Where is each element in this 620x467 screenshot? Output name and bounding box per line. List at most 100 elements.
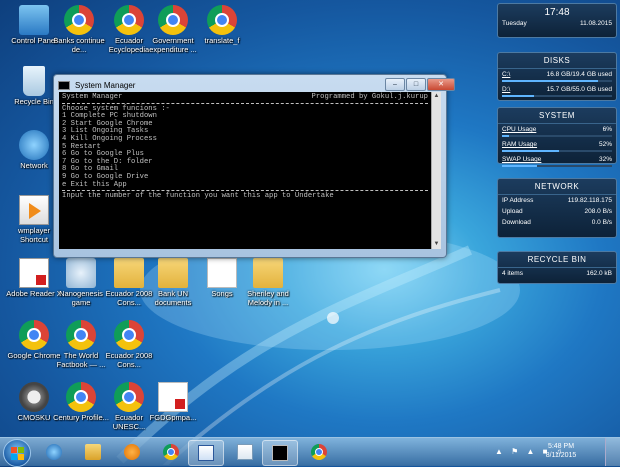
network-gadget-row: Upload 208.0 B/s — [498, 206, 616, 217]
clock-time: 5:48 PM — [547, 443, 575, 450]
chrome-icon — [114, 320, 144, 350]
network-gadget-row: Download 0.0 B/s — [498, 217, 616, 228]
windows-logo-icon — [11, 454, 17, 460]
disks-gadget: DISKS C:\ 16.8 GB/19.4 GB used D:\ 15.7 GB/5… — [497, 52, 617, 101]
chrome-icon — [207, 5, 237, 35]
system-gadget-row: SWAP Usage 32% — [498, 154, 616, 165]
gadget-row-value: 6% — [602, 126, 612, 133]
gadget-row-label[interactable]: RAM Usage — [502, 141, 537, 148]
folder-icon — [253, 258, 283, 288]
gadget-row-value: 15.7 GB/55.0 GB used — [546, 86, 612, 93]
usage-bar — [502, 165, 612, 167]
taskbar-button[interactable] — [115, 440, 149, 464]
disks-gadget-title: DISKS — [498, 53, 616, 69]
system-gadget-row: RAM Usage 52% — [498, 139, 616, 150]
gadget-row-label[interactable]: C:\ — [502, 71, 510, 78]
gadget-row-label[interactable]: CPU Usage — [502, 126, 536, 133]
magnifier-icon — [66, 258, 96, 288]
chrome-icon — [64, 5, 94, 35]
usage-bar — [502, 150, 612, 152]
windows-logo-icon — [11, 447, 17, 453]
close-button[interactable]: ✕ — [427, 78, 455, 91]
system-manager-window[interactable]: System Manager – □ ✕ System Manager Progr… — [53, 74, 455, 258]
window-controls: – □ ✕ — [384, 78, 455, 91]
network-gadget-row: IP Address 119.82.118.175 — [498, 195, 616, 206]
recycle-gadget: RECYCLE BIN 4 items 162.0 kB — [497, 251, 617, 284]
console-scrollbar[interactable]: ▲ ▼ — [431, 92, 441, 249]
gear-icon — [19, 382, 49, 412]
media-icon — [19, 195, 49, 225]
recycle-gadget-title: RECYCLE BIN — [498, 252, 616, 268]
windows-explorer-icon — [85, 444, 101, 460]
chrome-icon — [66, 382, 96, 412]
console-prompt: Input the number of the function you wan… — [62, 192, 334, 201]
gadget-row-value: 0.0 B/s — [591, 219, 612, 226]
doc-icon — [207, 258, 237, 288]
network-icon — [19, 130, 49, 160]
windows-logo-icon — [18, 454, 24, 460]
desktop-icon-label: FGDGpmpa... — [149, 413, 197, 422]
console-header-left: System Manager — [62, 93, 123, 101]
taskbar-button[interactable] — [188, 440, 224, 466]
disks-gadget-row: D:\ 15.7 GB/55.0 GB used — [498, 84, 616, 95]
gadget-row-value: 52% — [598, 141, 612, 148]
gadget-row-label[interactable]: SWAP Usage — [502, 156, 541, 163]
taskbar-button[interactable] — [76, 440, 110, 464]
gadget-row-label: 4 items — [502, 270, 523, 277]
maximize-button[interactable]: □ — [406, 78, 426, 91]
play-icon — [29, 203, 41, 219]
system-gadget-row: CPU Usage 6% — [498, 124, 616, 135]
network-gadget: NETWORK IP Address 119.82.118.175 Upload 208… — [497, 178, 617, 238]
command-prompt-icon — [272, 445, 288, 461]
taskbar-button[interactable] — [228, 440, 262, 464]
menu-option: 4 Kill Ongoing Process — [62, 134, 157, 143]
taskbar-button[interactable] — [37, 440, 71, 464]
cmd-icon — [58, 80, 70, 90]
console-separator — [62, 190, 428, 192]
network-gadget-title: NETWORK — [498, 179, 616, 195]
console-separator — [62, 102, 428, 104]
gadget-row-value: 32% — [598, 156, 612, 163]
gadget-row-value: 208.0 B/s — [584, 208, 612, 215]
clock-gadget: 17:48 Tuesday 11.08.2015 — [497, 3, 617, 38]
usage-bar-fill — [502, 165, 538, 167]
console-output[interactable]: System Manager Programmed by Gokul.j.kuru… — [59, 92, 431, 249]
folder-icon — [158, 258, 188, 288]
desktop-icon[interactable]: Sheriley and Melody in ... — [238, 258, 298, 307]
system-gadget: SYSTEM CPU Usage 6% RAM Usage 52% SWAP Usage 3… — [497, 107, 617, 167]
desktop-icon[interactable]: translate_f — [192, 5, 252, 45]
scroll-up-icon[interactable]: ▲ — [432, 92, 441, 101]
taskbar-button[interactable] — [302, 440, 336, 464]
console-header-right: Programmed by Gokul.j.kurup — [311, 93, 428, 101]
desktop-icon[interactable]: FGDGpmpa... — [143, 382, 203, 422]
windows-logo-icon — [18, 447, 24, 453]
scroll-down-icon[interactable]: ▼ — [432, 240, 441, 249]
start-button[interactable] — [3, 439, 31, 467]
usage-bar-fill — [502, 95, 534, 97]
pdf-icon — [158, 382, 188, 412]
menu-list: Choose system funcions :- 1 Complete PC s… — [62, 105, 428, 190]
taskbar-button[interactable] — [262, 440, 298, 466]
desktop-icon[interactable]: Ecuador 2008 Cons... — [99, 320, 159, 369]
minimize-button[interactable]: – — [385, 78, 405, 91]
chrome-icon — [158, 5, 188, 35]
recycle-gadget-row: 4 items 162.0 kB — [498, 268, 616, 279]
taskbar-clock[interactable]: 5:48 PM 8/11/2015 — [535, 442, 587, 460]
taskbar: ▲ ⚑ ▲ ■ ♫ 5:48 PM 8/11/2015 — [0, 437, 620, 467]
word-icon — [198, 445, 214, 461]
gadget-row-label[interactable]: D:\ — [502, 86, 510, 93]
usage-bar-fill — [502, 80, 598, 82]
menu-option: e Exit this App — [62, 180, 127, 189]
control-icon — [19, 5, 49, 35]
folder-icon — [114, 258, 144, 288]
desktop-icon-label: Sheriley and Melody in ... — [247, 289, 289, 307]
chrome-icon — [114, 382, 144, 412]
recycle-icon — [23, 66, 45, 96]
show-desktop-button[interactable] — [605, 438, 620, 466]
system-gadget-title: SYSTEM — [498, 108, 616, 124]
usage-bar — [502, 135, 612, 137]
taskbar-button[interactable] — [154, 440, 188, 464]
gadget-row-value: 16.8 GB/19.4 GB used — [546, 71, 612, 78]
desktop-icon-label: translate_f — [204, 36, 240, 45]
clock-date: 8/11/2015 — [545, 452, 577, 459]
